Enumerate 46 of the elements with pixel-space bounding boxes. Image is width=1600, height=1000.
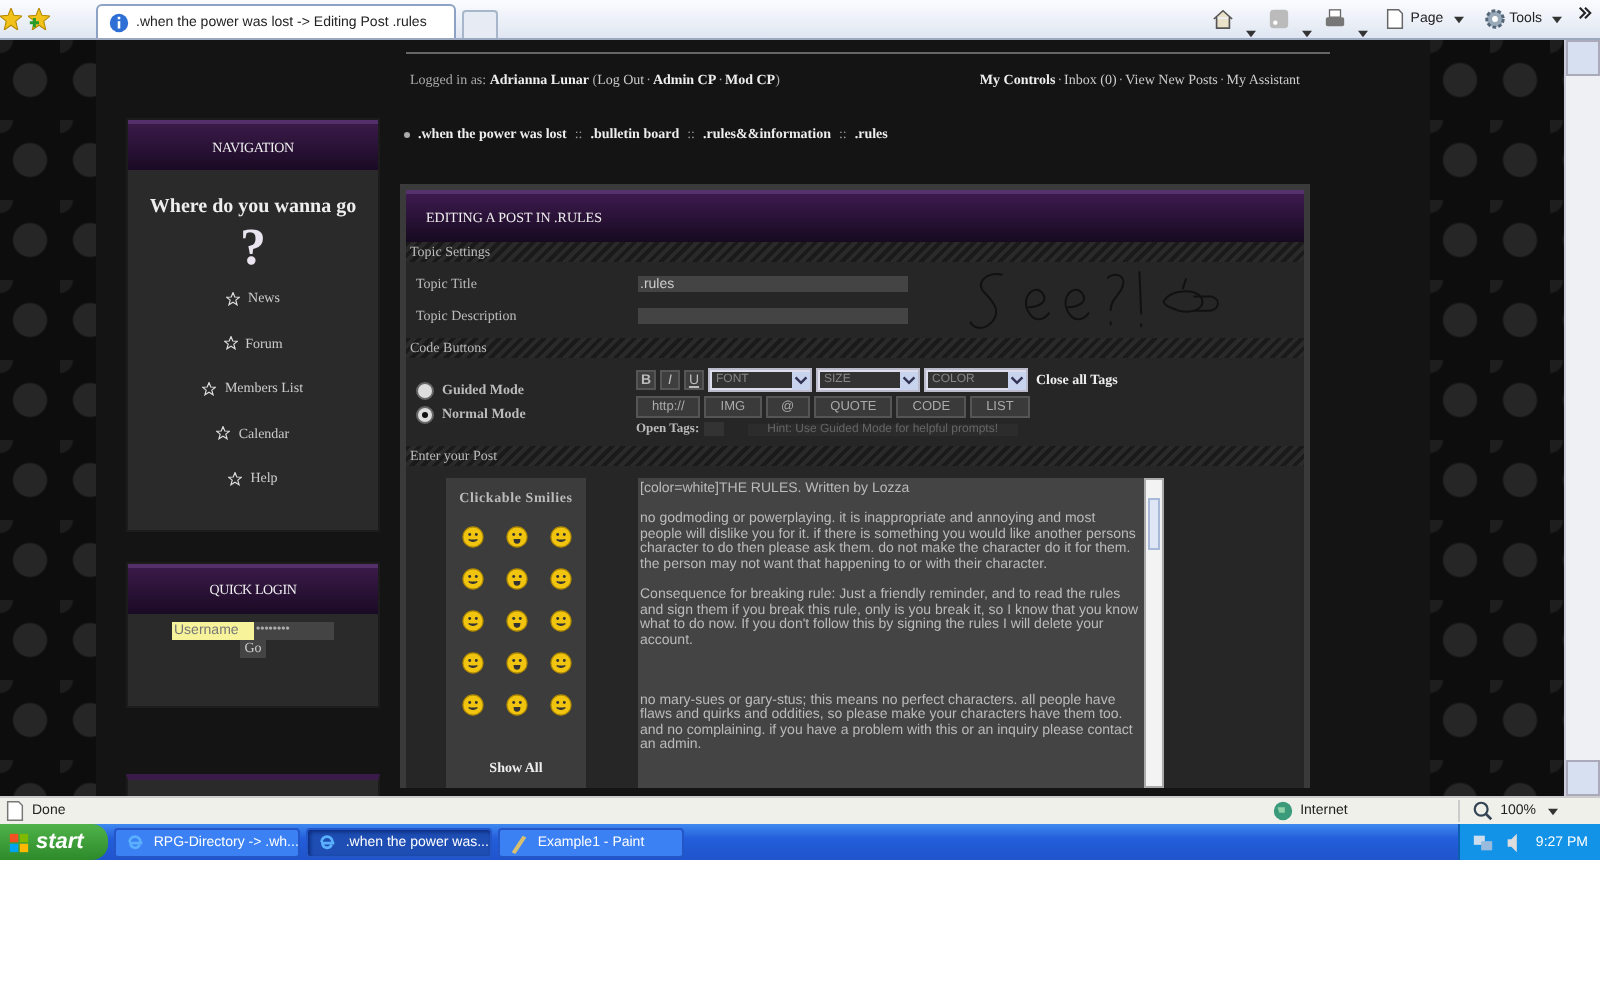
textarea-scrollbar[interactable] [1144,478,1164,788]
flag-icon [8,831,30,853]
chevron-icon[interactable] [1578,6,1592,20]
radio-button[interactable] [416,405,434,423]
smiley-icon[interactable] [461,526,483,548]
brush-icon [507,831,530,853]
page-scrollbar[interactable] [1564,40,1600,796]
caret-icon [1548,807,1558,815]
star-icon [228,471,243,486]
smiley-icon[interactable] [549,610,571,632]
smiley-icon[interactable] [505,568,527,590]
globe-icon [1272,800,1295,822]
caret-icon [1008,371,1026,389]
smiley-icon[interactable] [505,526,527,548]
navigation-heading: Where do you wanna go [149,196,357,218]
text-field[interactable] [638,308,908,324]
smiley-icon[interactable] [461,694,483,716]
smiley-icon[interactable] [461,652,483,674]
bullet-icon [404,131,410,137]
star-icon [202,381,217,396]
smiley-icon[interactable] [549,526,571,548]
caret-icon [1552,15,1562,23]
caret-icon [900,371,918,389]
browser-icon [123,831,146,853]
star-icon [226,291,241,306]
question-mark: ? [240,222,266,274]
radio-button[interactable] [416,381,434,399]
gear-icon [1483,8,1506,30]
home-icon[interactable] [1212,8,1235,30]
smiley-icon[interactable] [505,652,527,674]
smiley-icon[interactable] [505,694,527,716]
caret-icon [792,371,810,389]
smiley-icon[interactable] [461,610,483,632]
print-icon[interactable] [1324,8,1347,30]
smiley-icon[interactable] [549,652,571,674]
smiley-icon[interactable] [505,610,527,632]
caret-icon [1453,15,1464,23]
smiley-icon[interactable] [549,568,571,590]
magnifier-icon [1472,800,1495,822]
star-icon [223,336,238,351]
smiley-icon[interactable] [549,694,571,716]
favorites-star-icon[interactable] [0,8,22,30]
add-favorite-icon[interactable] [28,8,50,30]
browser-icon [315,831,338,853]
star-icon [216,426,231,441]
smiley-icon[interactable] [461,568,483,590]
